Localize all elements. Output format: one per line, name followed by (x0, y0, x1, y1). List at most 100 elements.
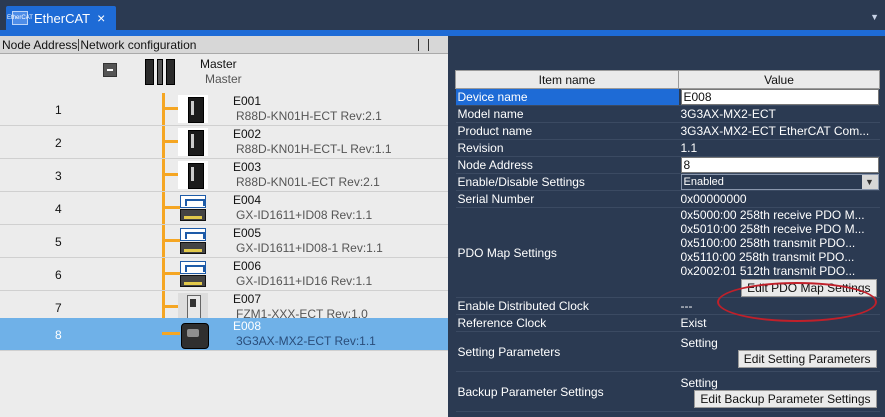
device-name: E005 (233, 226, 262, 240)
prop-row-node-address[interactable]: Node Address 8 (455, 156, 880, 174)
device-name: E002 (233, 127, 262, 141)
prop-label: Enable Distributed Clock (455, 297, 679, 315)
properties-table: Item name Value Device name E008 Model n… (455, 70, 880, 412)
prop-label: Node Address (455, 156, 679, 174)
device-name: E008 (233, 319, 262, 333)
prop-value: 3G3AX-MX2-ECT EtherCAT Com... (678, 122, 880, 140)
device-model: 3G3AX-MX2-ECT Rev:1.1 (236, 334, 376, 348)
properties-header-row: Item name Value (455, 70, 880, 89)
tab-bar: EtherCAT EtherCAT × ▼ (0, 0, 885, 30)
value-header[interactable]: Value (678, 70, 880, 89)
device-model: R88D-KN01H-ECT-L Rev:1.1 (236, 142, 392, 156)
node-address-header[interactable]: Node Address (0, 38, 77, 52)
master-name: Master (200, 57, 237, 71)
vision-sensor-icon (178, 293, 208, 321)
prop-value: 1.1 (678, 139, 880, 157)
item-name-header[interactable]: Item name (455, 70, 679, 89)
prop-value: 0x00000000 (678, 190, 880, 208)
prop-label: Backup Parameter Settings (455, 371, 679, 412)
device-model: R88D-KN01H-ECT Rev:2.1 (236, 109, 382, 123)
node-row-3[interactable]: 3 E003 R88D-KN01L-ECT Rev:2.1 (0, 159, 448, 192)
servo-drive-icon (178, 128, 208, 156)
node-row-4[interactable]: 4 E004 GX-ID1611+ID08 Rev:1.1 (0, 192, 448, 225)
node-number: 6 (55, 268, 62, 282)
node-row-2[interactable]: 2 E002 R88D-KN01H-ECT-L Rev:1.1 (0, 126, 448, 159)
prop-value: Exist (678, 314, 880, 332)
prop-label: Revision (455, 139, 679, 157)
ethercat-icon: EtherCAT (7, 11, 33, 25)
prop-value: 3G3AX-MX2-ECT (678, 105, 880, 123)
node-address-input[interactable]: 8 (680, 157, 879, 173)
pdo-map-list: 0x5000:00 258th receive PDO M... 0x5010:… (681, 208, 880, 278)
device-name: E004 (233, 193, 262, 207)
edit-setting-parameters-button[interactable]: Edit Setting Parameters (737, 349, 877, 368)
device-name: E001 (233, 94, 262, 108)
chevron-down-icon[interactable]: ▼ (861, 175, 878, 189)
pdo-entry: 0x5000:00 258th receive PDO M... (680, 208, 865, 222)
edit-backup-parameter-settings-button[interactable]: Edit Backup Parameter Settings (694, 389, 877, 408)
servo-drive-icon (178, 95, 208, 123)
pdo-entry: 0x5100:00 258th transmit PDO... (680, 236, 856, 250)
prop-row-enable-disable[interactable]: Enable/Disable Settings Enabled ▼ (455, 173, 880, 191)
device-name: E003 (233, 160, 262, 174)
device-model: GX-ID1611+ID08 Rev:1.1 (236, 208, 373, 222)
column-resize-handle[interactable] (418, 39, 419, 51)
prop-row-reference-clock[interactable]: Reference Clock Exist (455, 314, 880, 332)
close-icon[interactable]: × (97, 10, 105, 26)
master-controller-icon (145, 57, 177, 85)
inverter-icon (178, 320, 209, 349)
node-number: 1 (55, 103, 62, 117)
pdo-entry: 0x5010:00 258th receive PDO M... (680, 222, 865, 236)
properties-panel: Item name Value Device name E008 Model n… (450, 36, 885, 417)
prop-row-setting-parameters[interactable]: Setting Parameters Setting Edit Setting … (455, 331, 880, 372)
pdo-entry: 0x5110:00 258th transmit PDO... (680, 250, 855, 264)
prop-row-device-name[interactable]: Device name E008 (455, 88, 880, 106)
device-model: GX-ID1611+ID08-1 Rev:1.1 (236, 241, 383, 255)
prop-row-product-name[interactable]: Product name 3G3AX-MX2-ECT EtherCAT Com.… (455, 122, 880, 140)
prop-row-serial-number[interactable]: Serial Number 0x00000000 (455, 190, 880, 208)
device-name: E006 (233, 259, 262, 273)
network-configuration-header[interactable]: Network configuration (80, 38, 196, 52)
prop-row-distributed-clock[interactable]: Enable Distributed Clock --- (455, 297, 880, 315)
prop-label: Reference Clock (455, 314, 679, 332)
master-model: Master (205, 72, 242, 86)
node-number: 7 (55, 301, 62, 315)
prop-row-model-name[interactable]: Model name 3G3AX-MX2-ECT (455, 105, 880, 123)
device-name: E007 (233, 292, 262, 306)
chevron-down-icon[interactable]: ▼ (870, 12, 879, 22)
prop-label: PDO Map Settings (455, 207, 679, 298)
servo-drive-icon (178, 161, 208, 189)
io-unit-icon (178, 260, 208, 288)
prop-row-revision[interactable]: Revision 1.1 (455, 139, 880, 157)
prop-label: Serial Number (455, 190, 679, 208)
prop-label: Product name (455, 122, 679, 140)
prop-value: --- (678, 297, 880, 315)
prop-row-backup-parameters[interactable]: Backup Parameter Settings Setting Edit B… (455, 371, 880, 412)
device-model: GX-ID1611+ID16 Rev:1.1 (236, 274, 373, 288)
pdo-entry: 0x2002:01 512th transmit PDO... (680, 264, 856, 278)
header-divider[interactable] (78, 38, 80, 51)
node-row-8[interactable]: 8 E008 3G3AX-MX2-ECT Rev:1.1 (0, 318, 448, 351)
node-row-1[interactable]: 1 E001 R88D-KN01H-ECT Rev:2.1 (0, 93, 448, 126)
prop-row-pdo-map[interactable]: PDO Map Settings 0x5000:00 258th receive… (455, 207, 880, 298)
master-row[interactable]: Master Master (0, 55, 448, 93)
edit-pdo-map-settings-button[interactable]: Edit PDO Map Settings (741, 279, 877, 297)
io-unit-icon (178, 194, 208, 222)
collapse-icon[interactable] (103, 63, 117, 77)
device-name-input[interactable]: E008 (680, 89, 879, 105)
column-resize-handle[interactable] (428, 39, 429, 51)
device-model: R88D-KN01L-ECT Rev:2.1 (236, 175, 380, 189)
select-value: Enabled (683, 176, 724, 188)
node-number: 8 (55, 328, 62, 342)
node-number: 2 (55, 136, 62, 150)
io-unit-icon (178, 227, 208, 255)
prop-label: Device name (455, 88, 679, 106)
tab-ethercat[interactable]: EtherCAT EtherCAT × (6, 6, 116, 30)
node-row-5[interactable]: 5 E005 GX-ID1611+ID08-1 Rev:1.1 (0, 225, 448, 258)
prop-label: Model name (455, 105, 679, 123)
network-header: Node Address Network configuration (0, 36, 448, 54)
prop-label: Enable/Disable Settings (455, 173, 679, 191)
enable-disable-select[interactable]: Enabled ▼ (680, 174, 879, 190)
node-row-6[interactable]: 6 E006 GX-ID1611+ID16 Rev:1.1 (0, 258, 448, 291)
node-number: 3 (55, 169, 62, 183)
